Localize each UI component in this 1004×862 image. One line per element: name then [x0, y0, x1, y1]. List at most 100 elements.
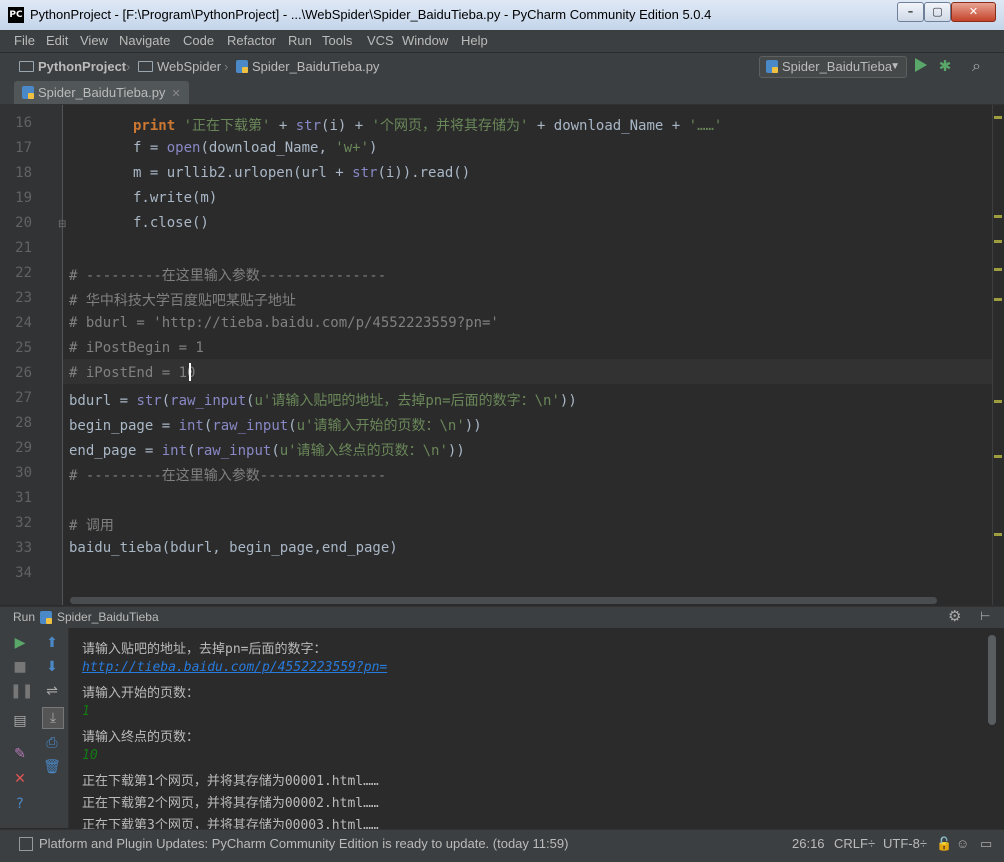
file-encoding[interactable]: UTF-8÷	[883, 836, 927, 851]
warning-marker[interactable]	[994, 400, 1002, 403]
pin-tab-icon[interactable]: ✎	[10, 744, 30, 764]
line-number: 28	[15, 415, 32, 431]
code-line: bdurl = str(raw_input(u'请输入贴吧的地址，去掉pn=后面…	[69, 393, 577, 409]
code-line: # 华中科技大学百度贴吧某贴子地址	[69, 293, 296, 309]
window-title: PythonProject - [F:\Program\PythonProjec…	[30, 7, 712, 22]
line-number: 27	[15, 390, 32, 406]
code-line: m = urllib2.urlopen(url + str(i)).read()	[133, 165, 471, 181]
print-icon[interactable]: ⎙	[42, 733, 62, 753]
menu-code[interactable]: Code	[183, 33, 214, 48]
menu-window[interactable]: Window	[402, 33, 448, 48]
line-number: 29	[15, 440, 32, 456]
scroll-to-end-icon[interactable]: ⤓	[42, 707, 64, 729]
up-arrow-icon[interactable]: ⬆	[42, 633, 62, 653]
console-link[interactable]: http://tieba.baidu.com/p/4552223559?pn=	[82, 660, 387, 675]
editor-vertical-scrollbar[interactable]	[992, 105, 1004, 605]
line-number: 30	[15, 465, 32, 481]
line-number: 19	[15, 190, 32, 206]
hide-panel-icon[interactable]: ⊢	[980, 609, 990, 623]
line-number: 21	[15, 240, 32, 256]
line-number: 17	[15, 140, 32, 156]
fold-marker-icon[interactable]: ⊟	[58, 219, 66, 230]
help-icon[interactable]: ?	[10, 794, 30, 814]
inspector-icon[interactable]: ☺	[956, 836, 969, 851]
run-button[interactable]	[915, 58, 927, 72]
line-number: 16	[15, 115, 32, 131]
menu-help[interactable]: Help	[461, 33, 488, 48]
menu-view[interactable]: View	[80, 33, 108, 48]
python-file-icon	[40, 611, 56, 626]
console-scrollbar-thumb[interactable]	[988, 635, 996, 725]
console-line: 正在下载第1个网页，并将其存储为00001.html……	[82, 774, 379, 789]
warning-marker[interactable]	[994, 298, 1002, 301]
menu-vcs[interactable]: VCS	[367, 33, 394, 48]
dump-threads-icon[interactable]: ▤	[10, 711, 30, 731]
tab-close-icon[interactable]: ✕	[171, 88, 180, 100]
python-file-icon	[236, 60, 248, 73]
soft-wrap-icon[interactable]: ⇌	[42, 681, 62, 701]
menu-refactor[interactable]: Refactor	[227, 33, 276, 48]
current-line-highlight	[63, 359, 992, 384]
dropdown-arrow-icon: ▼	[890, 61, 900, 72]
event-log-icon[interactable]: ▭	[980, 836, 992, 852]
rerun-icon[interactable]: ▶	[10, 633, 30, 653]
line-number: 22	[15, 265, 32, 281]
code-line: # iPostBegin = 1	[69, 340, 204, 356]
line-number: 33	[15, 540, 32, 556]
line-number: 31	[15, 490, 32, 506]
menu-navigate[interactable]: Navigate	[119, 33, 170, 48]
status-message[interactable]: Platform and Plugin Updates: PyCharm Com…	[39, 836, 568, 851]
stop-icon[interactable]: ■	[10, 657, 30, 677]
code-line: f = open(download_Name, 'w+')	[133, 140, 378, 156]
editor-horizontal-scrollbar[interactable]	[70, 597, 937, 604]
clear-all-icon[interactable]: 🗑	[42, 757, 62, 777]
warning-marker[interactable]	[994, 268, 1002, 271]
tab-spider-baidutieba[interactable]: Spider_BaiduTieba.py ✕	[14, 81, 189, 104]
gear-icon[interactable]: ⚙	[948, 607, 961, 625]
maximize-button[interactable]: ▢	[924, 2, 951, 22]
code-line: # ---------在这里输入参数---------------	[69, 468, 387, 484]
breadcrumb-file[interactable]: Spider_BaiduTieba.py	[236, 59, 379, 74]
close-window-button[interactable]: ✕	[951, 2, 996, 22]
breadcrumb-folder[interactable]: WebSpider	[138, 59, 221, 74]
menu-tools[interactable]: Tools	[322, 33, 352, 48]
search-icon[interactable]: ⌕	[972, 56, 992, 76]
run-panel-title: Run	[13, 610, 36, 624]
python-file-icon	[766, 60, 778, 73]
line-number: 32	[15, 515, 32, 531]
line-number: 18	[15, 165, 32, 181]
caret-position[interactable]: 26:16	[792, 836, 825, 851]
warning-marker[interactable]	[994, 240, 1002, 243]
warning-marker[interactable]	[994, 455, 1002, 458]
close-run-icon[interactable]: ✕	[10, 769, 30, 789]
python-file-icon	[22, 86, 34, 99]
menu-edit[interactable]: Edit	[46, 33, 68, 48]
run-configuration-select[interactable]: Spider_BaiduTieba ▼	[759, 56, 907, 78]
code-line: print '正在下载第' + str(i) + '个网页，并将其存储为' + …	[133, 118, 723, 134]
pause-icon[interactable]: ❚❚	[10, 681, 33, 701]
menu-file[interactable]: File	[14, 33, 35, 48]
warning-marker[interactable]	[994, 215, 1002, 218]
console-line: 请输入开始的页数：	[82, 686, 200, 701]
line-separator[interactable]: CRLF÷	[834, 836, 875, 851]
folder-icon	[138, 61, 153, 72]
breadcrumb-project[interactable]: PythonProject	[19, 59, 126, 74]
code-line: end_page = int(raw_input(u'请输入终点的页数：\n')…	[69, 443, 465, 459]
warning-marker[interactable]	[994, 533, 1002, 536]
menu-run[interactable]: Run	[288, 33, 312, 48]
code-line: # 调用	[69, 518, 114, 534]
pycharm-app-icon: PC	[8, 7, 24, 23]
debug-bug-icon[interactable]: ✱	[936, 57, 954, 75]
tool-window-toggle-icon[interactable]	[19, 837, 33, 851]
run-panel-config-name: Spider_BaiduTieba	[57, 610, 159, 624]
down-arrow-icon[interactable]: ⬇	[42, 657, 62, 677]
console-input-value: 10	[82, 748, 98, 763]
line-number: 20	[15, 215, 32, 231]
warning-marker[interactable]	[994, 116, 1002, 119]
code-line: f.close()	[133, 215, 209, 231]
minimize-button[interactable]: –	[897, 2, 924, 22]
lock-icon[interactable]: 🔓	[936, 836, 952, 852]
code-line: begin_page = int(raw_input(u'请输入开始的页数：\n…	[69, 418, 482, 434]
line-number: 23	[15, 290, 32, 306]
console-input-value: 1	[82, 704, 90, 719]
